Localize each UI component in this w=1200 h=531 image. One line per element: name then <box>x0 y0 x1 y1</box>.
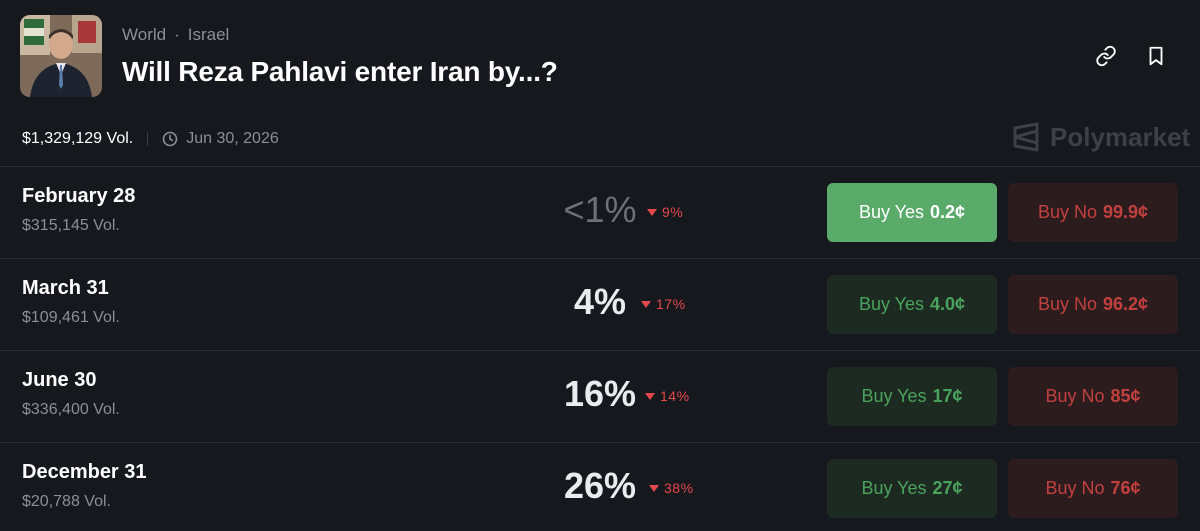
breadcrumb-israel[interactable]: Israel <box>188 25 230 44</box>
down-triangle-icon <box>649 484 659 492</box>
buy-no-price: 99.9¢ <box>1102 202 1149 222</box>
down-triangle-icon <box>641 300 651 308</box>
buy-yes-label: Buy Yes <box>858 294 924 314</box>
buy-no-label: Buy No <box>1045 478 1105 498</box>
outcome-change: 38% <box>649 480 694 496</box>
buy-no-price: 85¢ <box>1110 386 1141 406</box>
buy-no-price: 96.2¢ <box>1102 294 1149 314</box>
outcome-date: December 31 <box>22 461 147 483</box>
outcome-row[interactable]: December 31 $20,788 Vol. 26% 38% Buy Yes… <box>0 442 1200 531</box>
outcome-change: 17% <box>641 296 686 312</box>
outcome-volume: $315,145 Vol. <box>22 217 120 234</box>
buy-yes-label: Buy Yes <box>858 202 924 222</box>
buy-no-button[interactable]: Buy No 99.9¢ <box>1008 183 1178 242</box>
clock-icon <box>162 131 178 147</box>
outcome-volume: $20,788 Vol. <box>22 493 111 510</box>
breadcrumb: World · Israel <box>122 25 229 45</box>
breadcrumb-world[interactable]: World <box>122 25 166 44</box>
market-header: World · Israel Will Reza Pahlavi enter Ira… <box>0 0 1200 110</box>
outcome-change: 14% <box>645 388 690 404</box>
total-volume: $1,329,129 Vol. <box>22 130 134 147</box>
link-icon <box>1096 45 1116 67</box>
outcome-change-value: 9% <box>662 204 684 220</box>
brand-watermark: Polymarket <box>1012 120 1190 154</box>
outcome-row[interactable]: June 30 $336,400 Vol. 16% 14% Buy Yes 17¢… <box>0 350 1200 442</box>
outcome-date: March 31 <box>22 277 109 299</box>
buy-yes-button[interactable]: Buy Yes 4.0¢ <box>827 275 997 334</box>
buy-yes-price: 27¢ <box>932 478 963 498</box>
outcome-change-value: 14% <box>660 388 690 404</box>
outcome-date: February 28 <box>22 185 136 207</box>
buy-yes-button[interactable]: Buy Yes 27¢ <box>827 459 997 518</box>
end-date: Jun 30, 2026 <box>186 130 279 147</box>
outcome-row[interactable]: February 28 $315,145 Vol. <1% 9% Buy Yes… <box>0 166 1200 258</box>
buy-no-button[interactable]: Buy No 76¢ <box>1008 459 1178 518</box>
brand-name: Polymarket <box>1050 121 1191 152</box>
outcome-volume: $109,461 Vol. <box>22 309 120 326</box>
outcome-date: June 30 <box>22 369 97 391</box>
buy-no-label: Buy No <box>1045 386 1105 406</box>
outcome-volume: $336,400 Vol. <box>22 401 120 418</box>
buy-yes-label: Buy Yes <box>861 478 927 498</box>
breadcrumb-separator: · <box>174 25 180 44</box>
bookmark-button[interactable] <box>1142 42 1170 70</box>
buy-yes-button[interactable]: Buy Yes 0.2¢ <box>827 183 997 242</box>
outcome-change-value: 38% <box>664 480 694 496</box>
buy-yes-button[interactable]: Buy Yes 17¢ <box>827 367 997 426</box>
buy-yes-price: 0.2¢ <box>930 202 966 222</box>
outcome-change: 9% <box>647 204 683 220</box>
outcome-change-value: 17% <box>656 296 686 312</box>
buy-no-price: 76¢ <box>1110 478 1141 498</box>
buy-yes-price: 4.0¢ <box>930 294 966 314</box>
down-triangle-icon <box>647 208 657 216</box>
market-meta: $1,329,129 Vol. Jun 30, 2026 <box>22 128 279 150</box>
copy-link-button[interactable] <box>1092 42 1120 70</box>
polymarket-logo-icon <box>1013 122 1039 152</box>
buy-no-label: Buy No <box>1037 202 1097 222</box>
buy-no-button[interactable]: Buy No 96.2¢ <box>1008 275 1178 334</box>
down-triangle-icon <box>645 392 655 400</box>
meta-divider <box>147 132 149 146</box>
outcome-row[interactable]: March 31 $109,461 Vol. 4% 17% Buy Yes 4.0… <box>0 258 1200 350</box>
buy-yes-label: Buy Yes <box>861 386 927 406</box>
page-title: Will Reza Pahlavi enter Iran by...? <box>122 56 558 87</box>
bookmark-icon <box>1149 46 1163 66</box>
market-thumbnail[interactable] <box>20 15 102 97</box>
buy-no-label: Buy No <box>1037 294 1097 314</box>
buy-no-button[interactable]: Buy No 85¢ <box>1008 367 1178 426</box>
buy-yes-price: 17¢ <box>932 386 963 406</box>
